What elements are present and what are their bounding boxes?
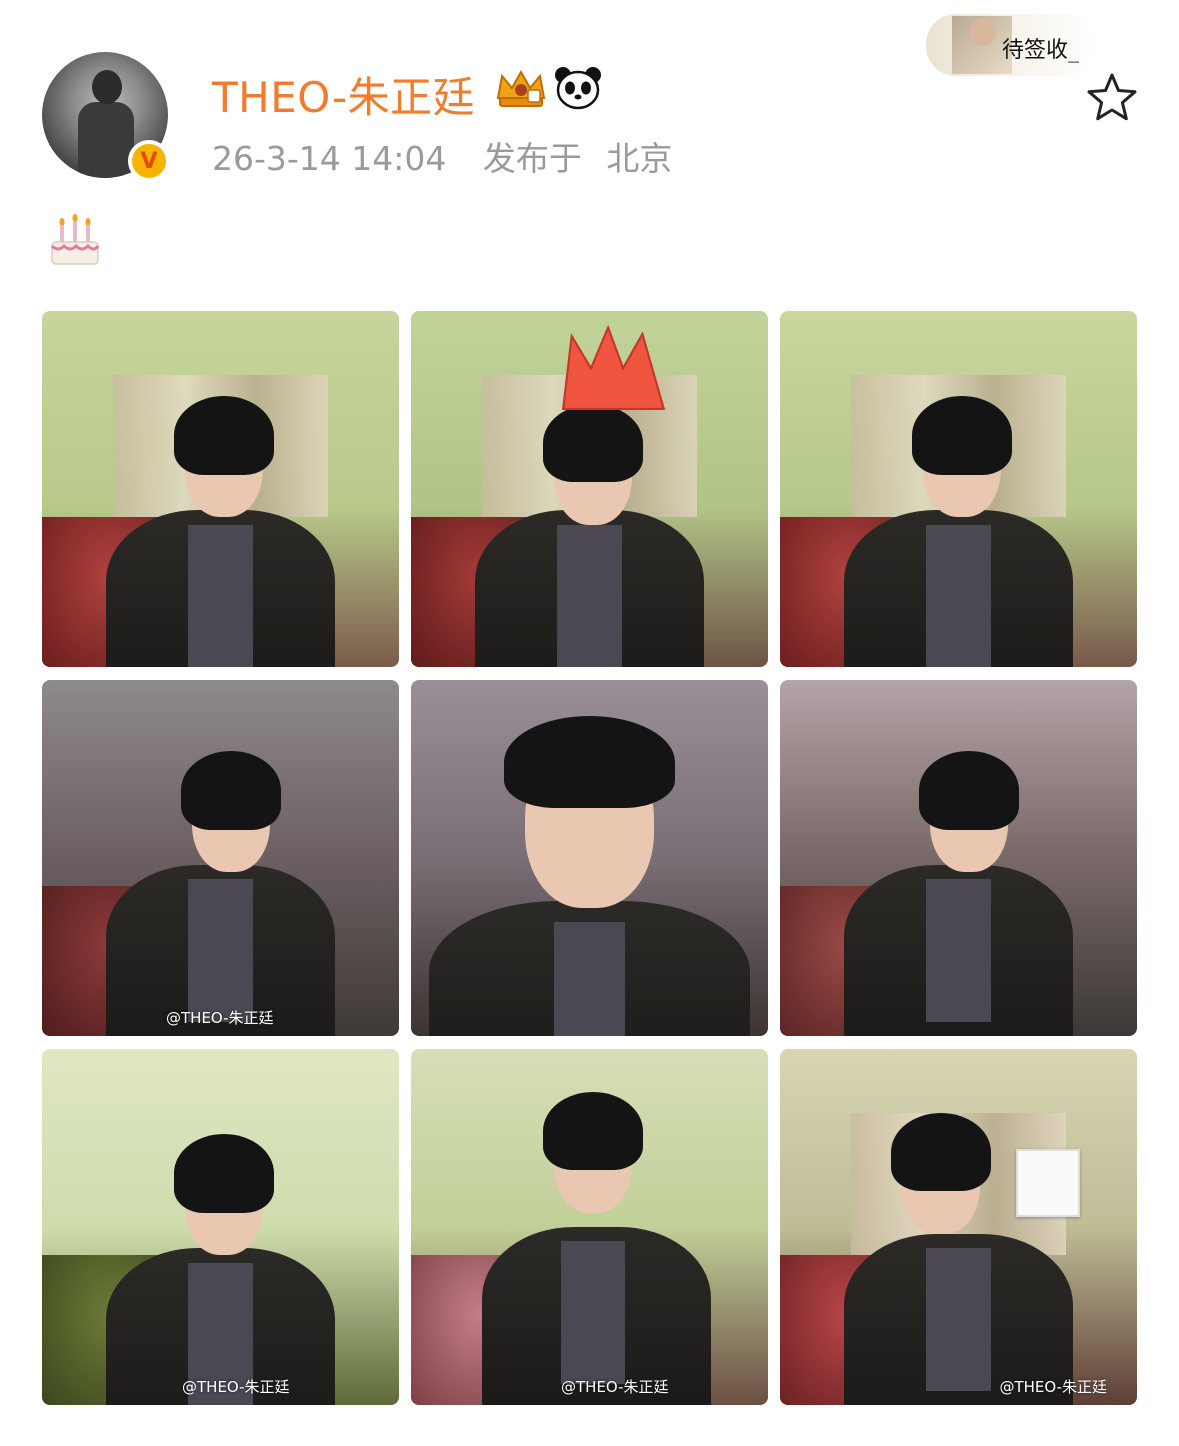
photo-8[interactable]: @THEO-朱正廷 [411,1049,768,1405]
avatar-figure [78,102,134,178]
photo-watermark: @THEO-朱正廷 [166,1009,274,1027]
photo-watermark: @THEO-朱正廷 [561,1378,669,1396]
photo-grid: @THEO-朱正廷 @THEO-朱正廷 @THEO-朱正廷 @THEO-朱正廷 [42,311,1138,1405]
crown-icon[interactable] [494,68,548,110]
star-icon[interactable] [1086,72,1138,122]
follow-card-label: 待签收_ [1002,38,1080,63]
photo-9[interactable]: @THEO-朱正廷 [780,1049,1137,1405]
verified-badge-icon: V [128,140,170,182]
post-location[interactable]: 北京 [606,139,672,178]
photo-2[interactable] [411,311,768,667]
follow-card[interactable]: 待签收_ [926,14,1098,76]
username[interactable]: THEO-朱正廷 [212,64,475,125]
post-timestamp: 26-3-14 14:04 [212,139,447,178]
photo-6[interactable] [780,680,1137,1036]
photo-4[interactable]: @THEO-朱正廷 [42,680,399,1036]
birthday-cake-icon [50,214,100,265]
photo-5[interactable] [411,680,768,1036]
panda-icon [555,67,601,110]
photo-watermark: @THEO-朱正廷 [182,1378,290,1396]
avatar-head [92,70,122,104]
polaroid-prop [1015,1148,1081,1217]
post-meta: 26-3-14 14:04 发布于 北京 [212,132,698,180]
paper-crown-icon [561,324,666,410]
photo-1[interactable] [42,311,399,667]
location-prefix: 发布于 [482,139,582,178]
photo-3[interactable] [780,311,1137,667]
photo-watermark: @THEO-朱正廷 [999,1378,1107,1396]
follow-card-face [970,18,996,46]
photo-7[interactable]: @THEO-朱正廷 [42,1049,399,1405]
